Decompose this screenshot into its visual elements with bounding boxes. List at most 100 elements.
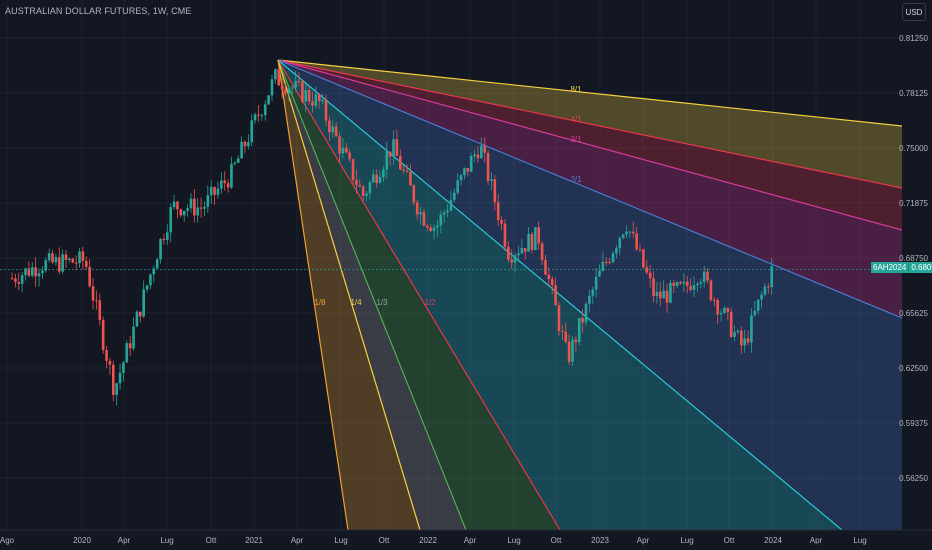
candle-body: [723, 307, 726, 313]
candle-body: [209, 187, 213, 196]
candle-body: [419, 212, 422, 215]
candle-body: [564, 331, 568, 342]
gann-fan-label: 4/1: [570, 115, 582, 124]
candle-body: [284, 89, 287, 94]
candle-body: [233, 162, 237, 164]
candle-body: [719, 312, 723, 315]
candle-body: [17, 282, 21, 284]
candle-body: [453, 192, 456, 200]
candle-body: [645, 267, 649, 273]
candle-body: [375, 174, 378, 183]
candle-body: [44, 260, 48, 271]
candle-body: [193, 198, 196, 216]
candle-body: [270, 79, 274, 96]
candle-body: [480, 145, 483, 159]
candle-body: [446, 210, 449, 213]
candle-body: [277, 69, 281, 86]
candle-body: [743, 338, 746, 346]
candle-body: [341, 147, 345, 154]
candle-body: [469, 156, 473, 172]
candle-body: [675, 282, 679, 286]
candle-body: [523, 248, 527, 252]
candle-body: [648, 272, 652, 279]
candle-body: [473, 154, 476, 157]
price-tick: 0.75000: [899, 144, 928, 153]
candle-body: [628, 231, 632, 233]
candle-body: [544, 259, 547, 275]
candle-body: [669, 282, 672, 303]
candle-body: [689, 286, 692, 290]
candle-body: [159, 238, 162, 260]
price-tick: 0.59375: [899, 419, 928, 428]
candle-body: [203, 206, 206, 209]
candle-body: [392, 139, 395, 157]
candle-body: [304, 90, 308, 102]
candle-body: [496, 202, 500, 220]
candle-body: [371, 174, 375, 183]
candle-body: [68, 258, 71, 260]
candle-body: [682, 281, 686, 284]
candle-body: [189, 198, 193, 209]
candle-body: [118, 372, 122, 384]
price-tick: 0.78125: [899, 89, 928, 98]
time-tick: Lug: [507, 536, 520, 545]
candle-body: [436, 225, 439, 228]
gann-fan[interactable]: [277, 59, 903, 531]
candle-body: [321, 100, 324, 102]
candle-body: [561, 330, 564, 332]
time-tick: 2021: [245, 536, 263, 545]
price-tick: 0.65625: [899, 309, 928, 318]
gann-fan-label: 8/1: [570, 85, 582, 94]
candle-body: [635, 233, 638, 250]
candle-body: [439, 214, 443, 226]
price-chart[interactable]: 8/1 4/1 3/1 2/1 1/8 1/4 1/3 1/2 0.81250 0.78125 0…: [0, 0, 932, 550]
candle-body: [493, 179, 497, 203]
candle-body: [74, 262, 78, 264]
currency-button[interactable]: USD: [902, 3, 926, 21]
candle-body: [61, 254, 64, 272]
candle-body: [236, 158, 240, 163]
candle-body: [483, 145, 487, 153]
candle-body: [317, 94, 321, 101]
candle-body: [247, 142, 250, 147]
time-tick: Lug: [680, 536, 693, 545]
candle-body: [706, 271, 709, 281]
candle-body: [463, 168, 466, 176]
candle-body: [537, 227, 541, 244]
price-tick: 0.62500: [899, 364, 928, 373]
time-tick: Lug: [853, 536, 866, 545]
candle-body: [422, 212, 426, 226]
candle-body: [223, 180, 227, 184]
candle-body: [20, 275, 24, 284]
candle-body: [507, 246, 510, 260]
candle-body: [459, 175, 463, 181]
candle-body: [621, 234, 625, 238]
candle-body: [665, 290, 669, 303]
gann-fan-label: 1/3: [376, 298, 388, 307]
candle-body: [108, 360, 112, 365]
candle-body: [14, 278, 17, 283]
candle-body: [257, 114, 260, 116]
candle-body: [206, 195, 210, 207]
candle-body: [51, 253, 54, 263]
candle-body: [338, 136, 341, 154]
candle-body: [662, 290, 665, 299]
candle-body: [216, 188, 220, 195]
candle-body: [253, 114, 257, 121]
time-tick: Apr: [464, 536, 477, 545]
candle-body: [274, 69, 277, 80]
candle-body: [307, 90, 311, 102]
candle-body: [692, 285, 696, 290]
candle-body: [243, 141, 247, 147]
candle-body: [513, 255, 517, 263]
candle-body: [615, 248, 618, 254]
candle-body: [348, 152, 351, 160]
candle-body: [432, 227, 436, 231]
candle-body: [395, 139, 399, 157]
candle-body: [47, 253, 51, 261]
candle-body: [314, 94, 318, 106]
candle-body: [594, 276, 598, 290]
candle-body: [574, 339, 578, 342]
time-tick: 2020: [73, 536, 91, 545]
time-tick: Apr: [637, 536, 650, 545]
